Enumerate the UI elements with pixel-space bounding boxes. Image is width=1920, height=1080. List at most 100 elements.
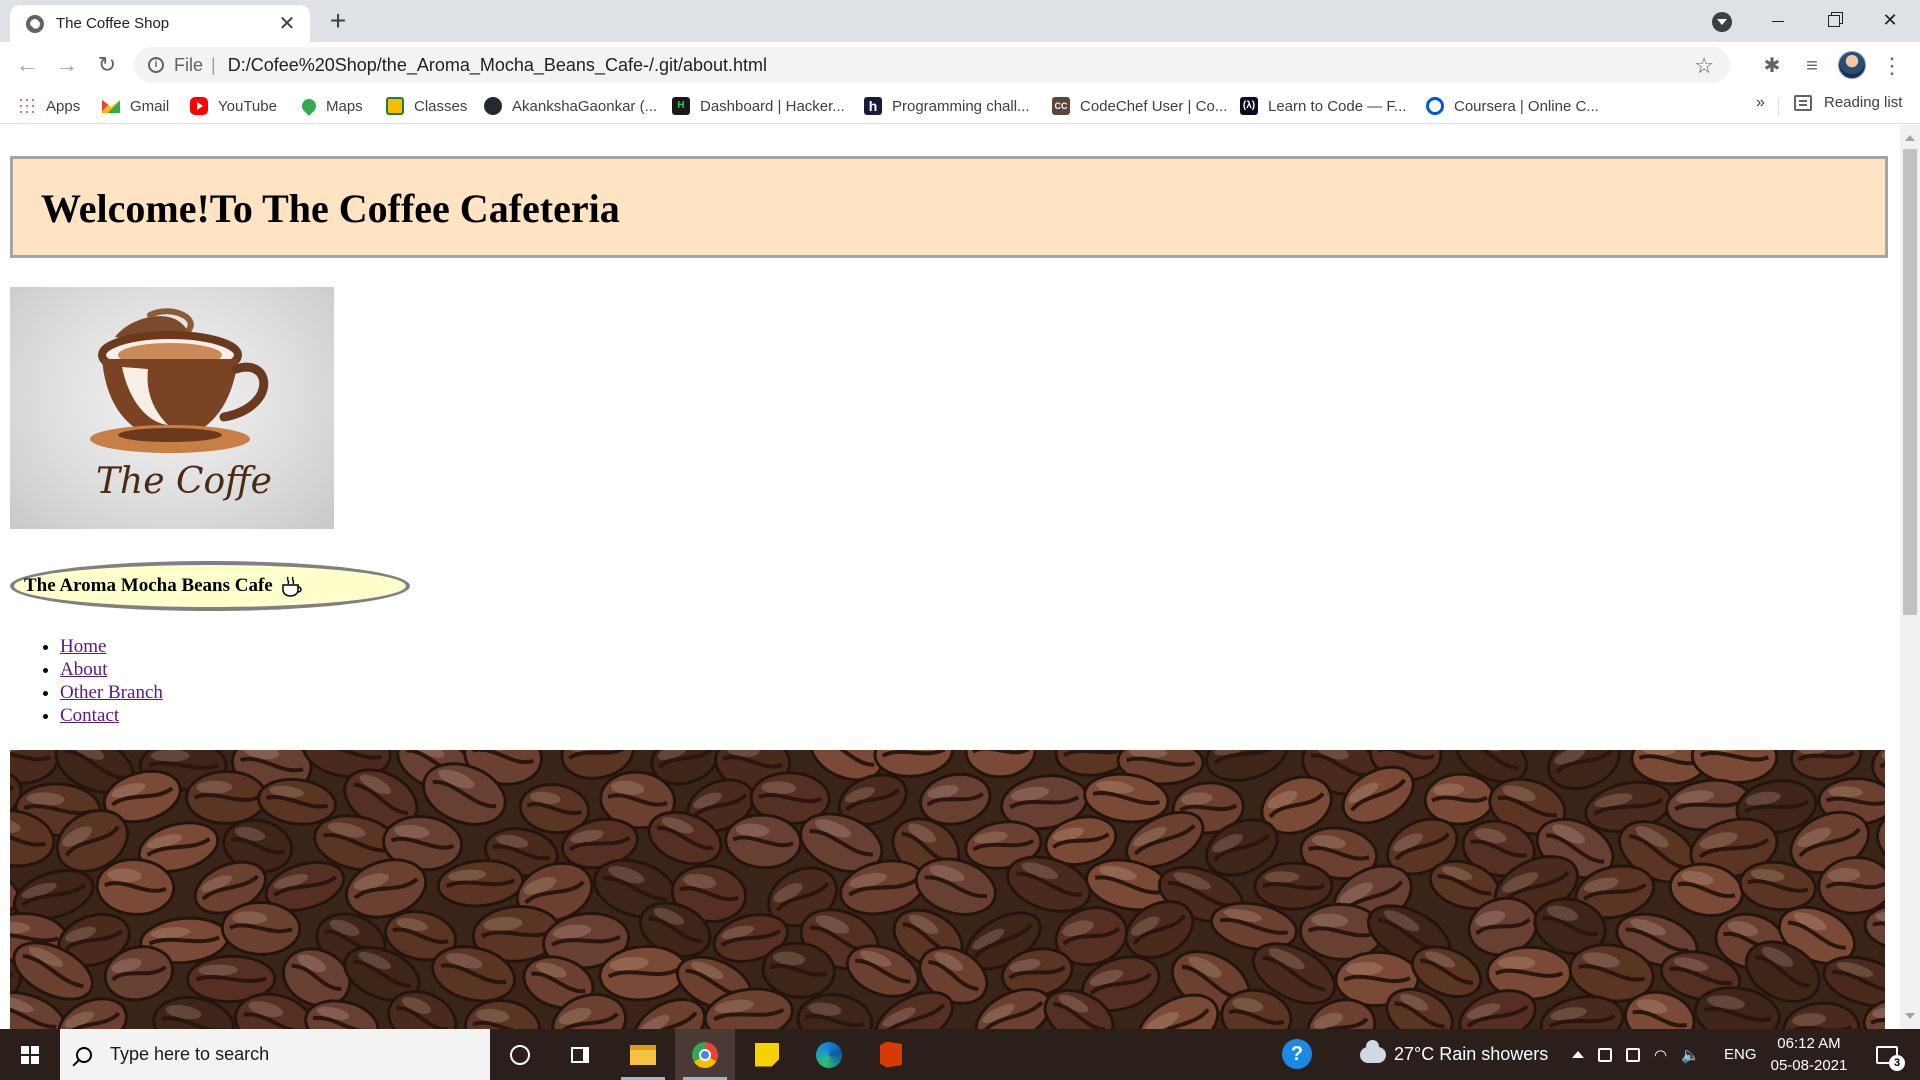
windows-taskbar: Type here to search ? 27°C Rain showers … [0, 1029, 1920, 1080]
nav-link-about[interactable]: About [60, 659, 108, 680]
edge-icon [816, 1041, 842, 1068]
browser-tab[interactable]: The Coffee Shop ✕ [10, 5, 310, 42]
nav-item-other-branch: Other Branch [60, 681, 163, 704]
coffee-logo-image: The Coffe [10, 287, 334, 529]
bookmark-label: AkankshaGaonkar (... [512, 97, 658, 115]
reload-icon[interactable]: ↻ [92, 50, 122, 80]
start-button[interactable] [0, 1029, 60, 1080]
task-view-button[interactable] [550, 1029, 610, 1080]
logo-text: The Coffe [96, 461, 272, 502]
bookmark-freecodecamp[interactable]: (λ) Learn to Code — F... [1240, 94, 1406, 118]
volume-icon[interactable]: 🔈 [1681, 1046, 1700, 1064]
bookmark-gmail[interactable]: Gmail [102, 94, 169, 118]
page-viewport: Welcome!To The Coffee Cafeteria The Coff… [0, 125, 1920, 1029]
bookmark-apps[interactable]: Apps [18, 94, 80, 118]
windows-logo-icon [21, 1046, 39, 1064]
tab-close-icon[interactable]: ✕ [276, 13, 298, 35]
bookmark-hackerrank[interactable]: H Dashboard | Hacker... [672, 94, 845, 118]
scroll-down-icon[interactable] [1905, 1013, 1915, 1019]
close-window-button[interactable]: ✕ [1862, 0, 1918, 40]
address-bar[interactable]: i File | D:/Cofee%20Shop/the_Aroma_Mocha… [134, 47, 1730, 83]
bookmark-hackerearth[interactable]: h Programming chall... [864, 94, 1030, 118]
language-indicator[interactable]: ENG [1724, 1029, 1757, 1080]
bookmark-label: Apps [46, 97, 81, 115]
back-arrow-icon[interactable]: ← [12, 50, 42, 80]
edge-button[interactable] [799, 1029, 859, 1080]
taskbar-search[interactable]: Type here to search [60, 1029, 490, 1080]
minimize-button[interactable] [1750, 0, 1806, 40]
browser-toolbar: ← → ↻ i File | D:/Cofee%20Shop/the_Aroma… [0, 42, 1920, 88]
scroll-up-icon[interactable] [1905, 135, 1915, 141]
brand-name: The Aroma Mocha Beans Cafe [24, 575, 273, 596]
bookmark-github[interactable]: AkankshaGaonkar (... [484, 94, 657, 118]
maximize-button[interactable] [1806, 0, 1862, 40]
bookmark-label: Programming chall... [892, 97, 1030, 115]
bookmarks-divider [1778, 98, 1779, 116]
bookmarks-overflow-button[interactable]: » [1756, 94, 1765, 112]
chrome-taskbar-button[interactable] [675, 1029, 735, 1080]
task-view-icon [571, 1046, 589, 1063]
kebab-menu-icon[interactable]: ⋮ [1880, 54, 1904, 78]
bookmark-label: Coursera | Online C... [1454, 97, 1599, 115]
bookmark-star-icon[interactable]: ☆ [1694, 53, 1714, 79]
search-placeholder: Type here to search [110, 1044, 270, 1064]
url-text[interactable]: D:/Cofee%20Shop/the_Aroma_Mocha_Beans_Ca… [228, 55, 767, 76]
battery-icon[interactable] [1626, 1047, 1640, 1062]
bookmark-coursera[interactable]: Coursera | Online C... [1426, 94, 1599, 118]
tab-strip: The Coffee Shop ✕ + ✕ [0, 0, 1920, 42]
url-scheme-label: File [174, 54, 204, 75]
url-separator: | [211, 54, 216, 75]
brand-badge: The Aroma Mocha Beans Cafe [10, 561, 410, 611]
bookmark-classes[interactable]: Classes [386, 94, 467, 118]
reading-list-icon [1794, 94, 1812, 111]
reading-list-label: Reading list [1824, 94, 1903, 111]
youtube-icon [190, 97, 208, 115]
bookmark-maps[interactable]: Maps [299, 94, 363, 118]
bookmarks-bar: Apps Gmail YouTube Maps Classes Akanksha… [0, 88, 1920, 124]
bookmark-label: CodeChef User | Co... [1080, 97, 1228, 115]
info-icon[interactable]: i [148, 57, 164, 73]
nav-item-about: About [60, 658, 163, 681]
nav-link-home[interactable]: Home [60, 636, 106, 657]
clock-date: 05-08-2021 [1770, 1056, 1848, 1074]
forward-arrow-icon[interactable]: → [52, 50, 82, 80]
office-button[interactable] [861, 1029, 921, 1080]
reading-list-button[interactable]: Reading list [1794, 94, 1902, 111]
hackerearth-icon: h [864, 97, 882, 115]
clock-time: 06:12 AM [1777, 1034, 1841, 1052]
folder-icon [630, 1044, 656, 1065]
weather-text: 27°C Rain showers [1394, 1044, 1549, 1064]
help-icon[interactable]: ? [1282, 1039, 1312, 1069]
globe-icon [26, 14, 44, 33]
weather-widget[interactable]: 27°C Rain showers [1360, 1029, 1548, 1080]
coursera-icon [1426, 97, 1444, 115]
extensions-puzzle-icon[interactable]: ✱ [1760, 54, 1784, 78]
profile-avatar[interactable] [1838, 51, 1866, 79]
media-queue-icon[interactable]: ≡ [1800, 54, 1824, 78]
hot-beverage-icon [282, 576, 302, 597]
wifi-icon[interactable]: ◠ [1654, 1046, 1667, 1064]
freecodecamp-icon: (λ) [1240, 97, 1258, 115]
bookmark-youtube[interactable]: YouTube [190, 94, 277, 118]
github-icon [484, 97, 502, 115]
nav-link-other-branch[interactable]: Other Branch [60, 682, 163, 703]
new-tab-button[interactable]: + [322, 6, 354, 38]
action-center-button[interactable]: 3 [1862, 1029, 1912, 1080]
tab-title: The Coffee Shop [56, 15, 170, 32]
sticky-notes-icon [755, 1042, 779, 1067]
nav-link-contact[interactable]: Contact [60, 705, 119, 726]
bookmark-label: Dashboard | Hacker... [700, 97, 845, 115]
clock[interactable]: 06:12 AM 05-08-2021 [1770, 1029, 1848, 1080]
notification-count: 3 [1889, 1054, 1905, 1071]
bookmark-label: Classes [414, 97, 468, 115]
tab-search-icon[interactable] [1712, 12, 1732, 32]
show-hidden-icons-chevron-icon[interactable] [1572, 1051, 1584, 1058]
rain-cloud-icon [1360, 1039, 1386, 1063]
file-explorer-button[interactable] [613, 1029, 673, 1080]
scrollbar-thumb[interactable] [1903, 149, 1917, 615]
bookmark-codechef[interactable]: CC CodeChef User | Co... [1052, 94, 1227, 118]
cortana-button[interactable] [490, 1029, 550, 1080]
meet-now-icon[interactable] [1598, 1047, 1612, 1062]
page-scrollbar[interactable] [1900, 125, 1920, 1029]
sticky-notes-button[interactable] [737, 1029, 797, 1080]
